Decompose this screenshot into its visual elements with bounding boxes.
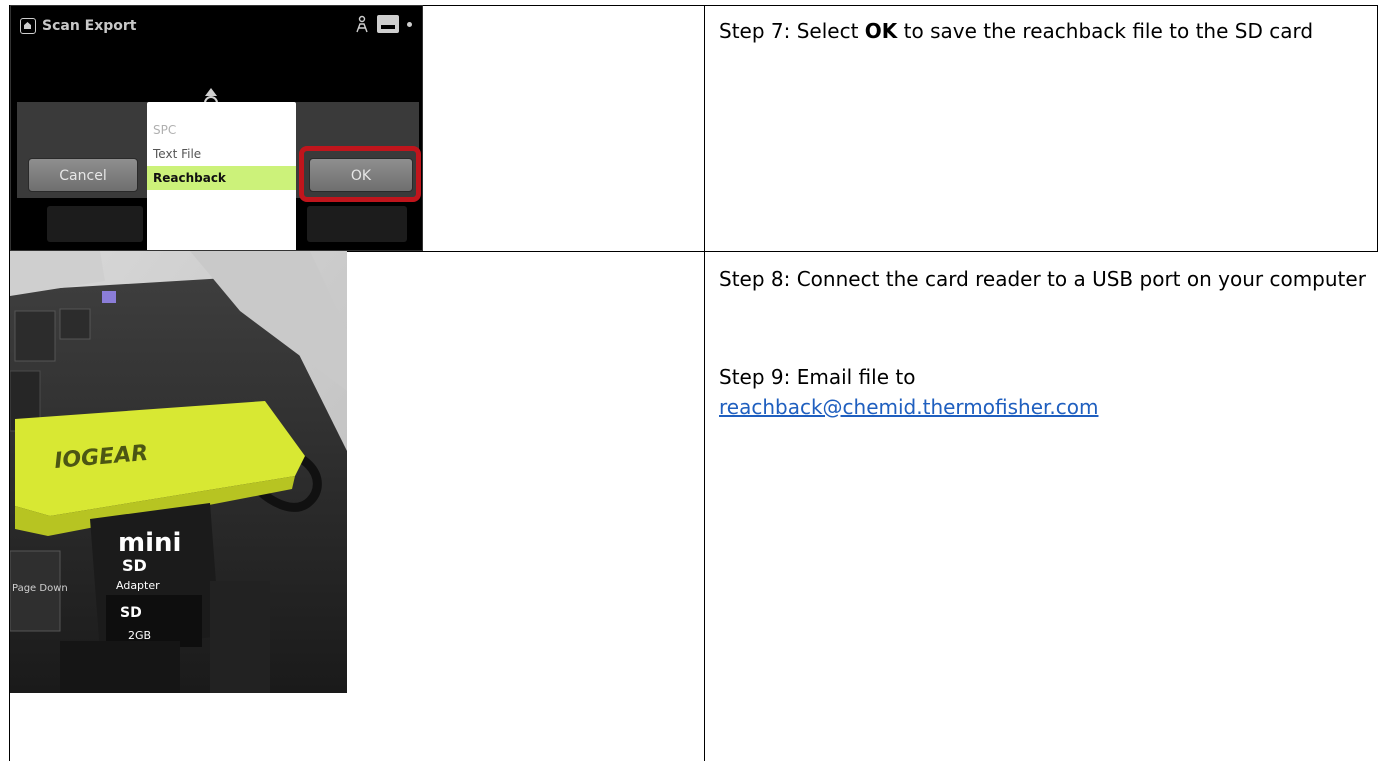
card-reader-photo-drawing: Page Down IOGEAR mini SD Adapter SD 2GB (10, 251, 347, 693)
photo-card-label-1: mini (118, 528, 181, 558)
photo-card-label-3: Adapter (116, 579, 160, 592)
step-8-label: Step 8: Connect the card reader to a USB… (719, 267, 1366, 291)
person-icon (356, 15, 368, 33)
photo-card-capacity: 2GB (128, 629, 151, 642)
device-screenshot: Scan Export Cancel OK SPC Text File Reac… (10, 5, 423, 251)
menu-item-reachback[interactable]: Reachback (147, 166, 296, 190)
step-8-text: Step 8: Connect the card reader to a USB… (719, 264, 1369, 294)
menu-item-spc[interactable]: SPC (147, 118, 296, 142)
step-7-ok: OK (864, 19, 898, 43)
step-7-suffix: to save the reachback file to the SD car… (897, 19, 1314, 43)
step-7-text: Step 7: Select OK to save the reachback … (719, 16, 1379, 46)
step-9-label: Step 9: Email file to (719, 365, 916, 389)
email-link[interactable]: reachback@chemid.thermofisher.com (719, 395, 1098, 419)
ok-highlight-frame (299, 146, 421, 202)
email-link-row: reachback@chemid.thermofisher.com (719, 392, 1379, 422)
export-format-menu: SPC Text File Reachback (147, 102, 296, 250)
card-reader-photo: Page Down IOGEAR mini SD Adapter SD 2GB (10, 251, 347, 693)
screen-title: Scan Export (42, 18, 137, 34)
menu-item-text-file[interactable]: Text File (147, 142, 296, 166)
status-bar (355, 15, 412, 33)
step-7-prefix: Step 7: Select (719, 19, 865, 43)
photo-key-label: Page Down (12, 583, 68, 594)
dot-icon (407, 21, 412, 27)
home-icon (20, 18, 36, 34)
step-9-text: Step 9: Email file to (719, 362, 1379, 392)
ghost-button-left (47, 206, 143, 242)
photo-card-label-4: SD (120, 605, 142, 621)
sd-card-icon (377, 15, 399, 33)
ghost-button-right (307, 206, 407, 242)
photo-card-label-2: SD (122, 556, 147, 575)
cancel-button[interactable]: Cancel (28, 158, 138, 192)
screen-header: Scan Export (20, 18, 137, 34)
table-column-divider (704, 5, 705, 761)
